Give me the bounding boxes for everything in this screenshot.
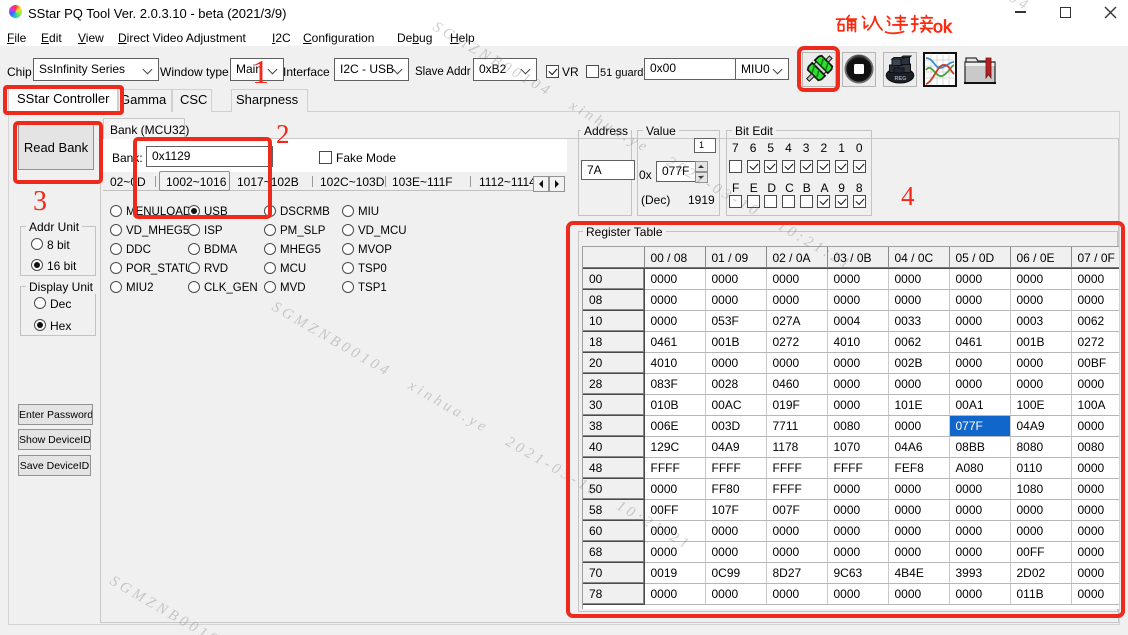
svg-text:ok: ok [933, 17, 952, 37]
svg-text:REG: REG [895, 76, 907, 82]
